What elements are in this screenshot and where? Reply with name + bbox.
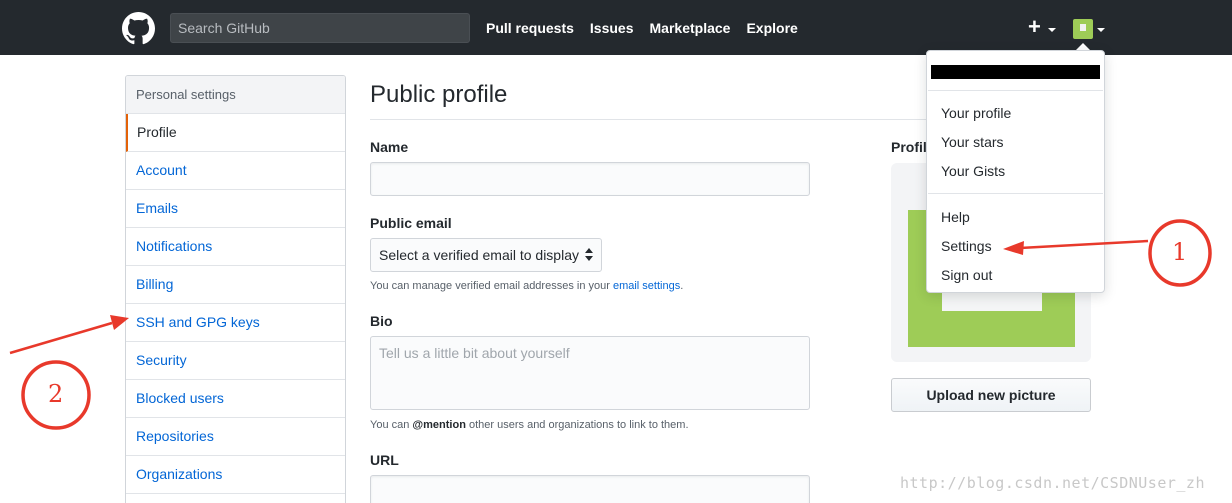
identicon-pattern: [942, 293, 1042, 311]
menu-item-your-stars[interactable]: Your stars: [941, 134, 1004, 150]
bio-note-mention: @mention: [412, 419, 466, 431]
bio-note-prefix: You can: [370, 419, 413, 431]
name-label: Name: [370, 139, 409, 155]
redacted-username: [931, 65, 1100, 79]
annotation-number-1: 1: [1172, 238, 1188, 266]
nav-pull-requests[interactable]: Pull requests: [486, 20, 574, 36]
sidebar-item-blocked-users[interactable]: Blocked users: [126, 380, 345, 418]
annotation-number-2: 2: [48, 380, 64, 408]
bio-field[interactable]: [370, 336, 810, 410]
avatar-chevron-down-icon[interactable]: [1097, 28, 1105, 32]
public-email-note: You can manage verified email addresses …: [370, 280, 683, 292]
sidebar-item-organizations[interactable]: Organizations: [126, 456, 345, 494]
avatar-figure: [1080, 24, 1086, 31]
sidebar-heading: Personal settings: [126, 76, 345, 114]
sidebar-item-emails[interactable]: Emails: [126, 190, 345, 228]
menu-item-your-profile[interactable]: Your profile: [941, 105, 1011, 121]
search-input[interactable]: [171, 14, 469, 42]
settings-sidebar: Personal settings Profile Account Emails…: [125, 75, 346, 503]
menu-item-your-gists[interactable]: Your Gists: [941, 163, 1005, 179]
upload-picture-button[interactable]: Upload new picture: [891, 378, 1091, 412]
bio-label: Bio: [370, 313, 393, 329]
public-email-note-text: You can manage verified email addresses …: [370, 280, 613, 292]
menu-item-help[interactable]: Help: [941, 209, 970, 225]
sidebar-item-account[interactable]: Account: [126, 152, 345, 190]
github-logo-icon[interactable]: [122, 12, 155, 45]
dropdown-divider: [928, 193, 1103, 194]
page-title: Public profile: [370, 81, 508, 108]
sidebar-item-security[interactable]: Security: [126, 342, 345, 380]
menu-item-sign-out[interactable]: Sign out: [941, 267, 992, 283]
search-box[interactable]: [170, 13, 470, 43]
dropdown-caret: [1076, 43, 1090, 50]
top-nav: Pull requests Issues Marketplace Explore: [486, 20, 814, 36]
chevron-down-icon: [1048, 28, 1056, 32]
dropdown-divider: [928, 90, 1103, 91]
watermark-text: http://blog.csdn.net/CSDNUser_zh: [900, 474, 1205, 492]
plus-icon: +: [1028, 14, 1041, 39]
url-field[interactable]: [370, 475, 810, 503]
public-email-label: Public email: [370, 215, 452, 231]
sidebar-item-repositories[interactable]: Repositories: [126, 418, 345, 456]
nav-explore[interactable]: Explore: [746, 20, 797, 36]
menu-item-settings[interactable]: Settings: [941, 238, 992, 254]
sidebar-item-profile[interactable]: Profile: [126, 114, 345, 152]
avatar[interactable]: [1073, 19, 1093, 39]
top-header: Pull requests Issues Marketplace Explore…: [0, 0, 1232, 55]
nav-marketplace[interactable]: Marketplace: [650, 20, 731, 36]
bio-note: You can @mention other users and organiz…: [370, 419, 689, 431]
url-label: URL: [370, 452, 399, 468]
user-dropdown-menu: Your profile Your stars Your Gists Help …: [926, 50, 1105, 293]
select-arrows-icon: [585, 248, 593, 262]
sidebar-item-billing[interactable]: Billing: [126, 266, 345, 304]
name-field[interactable]: [370, 162, 810, 196]
public-email-note-suffix: .: [680, 280, 684, 292]
public-email-select[interactable]: Select a verified email to display: [370, 238, 602, 272]
sidebar-item-ssh-gpg-keys[interactable]: SSH and GPG keys: [126, 304, 345, 342]
annotation-arrow-2: [9, 315, 129, 355]
email-settings-link[interactable]: email settings: [613, 280, 680, 292]
sidebar-item-notifications[interactable]: Notifications: [126, 228, 345, 266]
bio-note-suffix: other users and organizations to link to…: [465, 419, 689, 431]
nav-issues[interactable]: Issues: [590, 20, 634, 36]
create-new-button[interactable]: +: [1028, 14, 1060, 40]
public-email-select-value: Select a verified email to display: [379, 247, 579, 263]
